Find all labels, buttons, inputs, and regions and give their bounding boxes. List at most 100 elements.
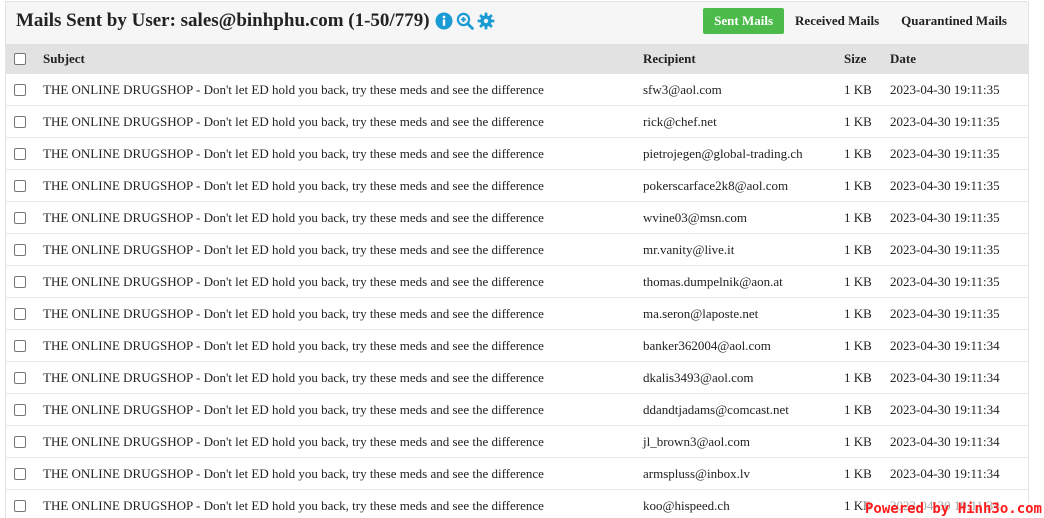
gear-icon[interactable]	[477, 12, 495, 30]
tab-received-mails[interactable]: Received Mails	[784, 8, 890, 34]
row-checkbox[interactable]	[14, 180, 26, 192]
row-subject[interactable]: THE ONLINE DRUGSHOP - Don't let ED hold …	[43, 458, 544, 489]
row-subject[interactable]: THE ONLINE DRUGSHOP - Don't let ED hold …	[43, 394, 544, 425]
row-recipient: pietrojegen@global-trading.ch	[643, 138, 803, 169]
table-header: Subject Recipient Size Date	[6, 44, 1028, 74]
row-check-cell	[14, 234, 32, 265]
row-check-cell	[14, 362, 32, 393]
panel-header: Mails Sent by User: sales@binhphu.com (1…	[6, 2, 1028, 44]
row-recipient: rick@chef.net	[643, 106, 717, 137]
table-row[interactable]: THE ONLINE DRUGSHOP - Don't let ED hold …	[6, 74, 1028, 106]
column-header-date[interactable]: Date	[890, 44, 916, 74]
row-check-cell	[14, 74, 32, 105]
table-row[interactable]: THE ONLINE DRUGSHOP - Don't let ED hold …	[6, 138, 1028, 170]
row-checkbox[interactable]	[14, 84, 26, 96]
row-date: 2023-04-30 19:11:35	[890, 234, 1000, 265]
row-checkbox[interactable]	[14, 308, 26, 320]
row-date: 2023-04-30 19:11:34	[890, 394, 1000, 425]
row-subject[interactable]: THE ONLINE DRUGSHOP - Don't let ED hold …	[43, 266, 544, 297]
row-subject[interactable]: THE ONLINE DRUGSHOP - Don't let ED hold …	[43, 170, 544, 201]
row-subject[interactable]: THE ONLINE DRUGSHOP - Don't let ED hold …	[43, 298, 544, 329]
row-size: 1 KB	[844, 234, 872, 265]
table-row[interactable]: THE ONLINE DRUGSHOP - Don't let ED hold …	[6, 426, 1028, 458]
tab-sent-mails[interactable]: Sent Mails	[703, 8, 784, 34]
table-row[interactable]: THE ONLINE DRUGSHOP - Don't let ED hold …	[6, 266, 1028, 298]
row-checkbox[interactable]	[14, 148, 26, 160]
row-recipient: mr.vanity@live.it	[643, 234, 734, 265]
row-check-cell	[14, 202, 32, 233]
row-checkbox[interactable]	[14, 372, 26, 384]
row-recipient: jl_brown3@aol.com	[643, 426, 750, 457]
row-size: 1 KB	[844, 138, 872, 169]
page-title: Mails Sent by User: sales@binhphu.com (1…	[16, 10, 495, 32]
row-subject[interactable]: THE ONLINE DRUGSHOP - Don't let ED hold …	[43, 490, 544, 518]
row-subject[interactable]: THE ONLINE DRUGSHOP - Don't let ED hold …	[43, 138, 544, 169]
page-title-text: Mails Sent by User: sales@binhphu.com (1…	[16, 10, 430, 32]
table-row[interactable]: THE ONLINE DRUGSHOP - Don't let ED hold …	[6, 330, 1028, 362]
info-icon[interactable]	[435, 12, 453, 30]
zoom-search-icon[interactable]	[456, 12, 474, 30]
column-header-recipient[interactable]: Recipient	[643, 44, 696, 74]
row-size: 1 KB	[844, 202, 872, 233]
row-size: 1 KB	[844, 266, 872, 297]
row-check-cell	[14, 490, 32, 518]
row-check-cell	[14, 394, 32, 425]
tab-quarantined-mails[interactable]: Quarantined Mails	[890, 8, 1018, 34]
row-size: 1 KB	[844, 298, 872, 329]
select-all-checkbox[interactable]	[14, 53, 26, 65]
row-size: 1 KB	[844, 330, 872, 361]
row-recipient: wvine03@msn.com	[643, 202, 747, 233]
row-date: 2023-04-30 19:11:35	[890, 202, 1000, 233]
table-row[interactable]: THE ONLINE DRUGSHOP - Don't let ED hold …	[6, 202, 1028, 234]
row-check-cell	[14, 138, 32, 169]
row-checkbox[interactable]	[14, 436, 26, 448]
table-row[interactable]: THE ONLINE DRUGSHOP - Don't let ED hold …	[6, 106, 1028, 138]
row-checkbox[interactable]	[14, 404, 26, 416]
row-size: 1 KB	[844, 106, 872, 137]
row-check-cell	[14, 266, 32, 297]
row-date: 2023-04-30 19:11:35	[890, 170, 1000, 201]
row-subject[interactable]: THE ONLINE DRUGSHOP - Don't let ED hold …	[43, 202, 544, 233]
row-check-cell	[14, 170, 32, 201]
row-size: 1 KB	[844, 394, 872, 425]
row-size: 1 KB	[844, 74, 872, 105]
table-row[interactable]: THE ONLINE DRUGSHOP - Don't let ED hold …	[6, 170, 1028, 202]
row-check-cell	[14, 458, 32, 489]
row-checkbox[interactable]	[14, 244, 26, 256]
row-subject[interactable]: THE ONLINE DRUGSHOP - Don't let ED hold …	[43, 426, 544, 457]
row-subject[interactable]: THE ONLINE DRUGSHOP - Don't let ED hold …	[43, 362, 544, 393]
row-subject[interactable]: THE ONLINE DRUGSHOP - Don't let ED hold …	[43, 74, 544, 105]
row-checkbox[interactable]	[14, 468, 26, 480]
table-row[interactable]: THE ONLINE DRUGSHOP - Don't let ED hold …	[6, 234, 1028, 266]
row-checkbox[interactable]	[14, 116, 26, 128]
row-check-cell	[14, 330, 32, 361]
row-recipient: ma.seron@laposte.net	[643, 298, 758, 329]
row-size: 1 KB	[844, 458, 872, 489]
mail-tabs: Sent Mails Received Mails Quarantined Ma…	[703, 8, 1018, 34]
column-header-subject[interactable]: Subject	[43, 44, 85, 74]
table-row[interactable]: THE ONLINE DRUGSHOP - Don't let ED hold …	[6, 458, 1028, 490]
table-row[interactable]: THE ONLINE DRUGSHOP - Don't let ED hold …	[6, 298, 1028, 330]
row-recipient: armspluss@inbox.lv	[643, 458, 750, 489]
row-recipient: pokerscarface2k8@aol.com	[643, 170, 788, 201]
row-checkbox[interactable]	[14, 212, 26, 224]
row-checkbox[interactable]	[14, 340, 26, 352]
row-checkbox[interactable]	[14, 500, 26, 512]
mail-panel: Mails Sent by User: sales@binhphu.com (1…	[5, 1, 1029, 518]
table-row[interactable]: THE ONLINE DRUGSHOP - Don't let ED hold …	[6, 394, 1028, 426]
select-all-cell	[14, 44, 32, 74]
title-icons	[435, 12, 495, 30]
column-header-size[interactable]: Size	[844, 44, 866, 74]
row-subject[interactable]: THE ONLINE DRUGSHOP - Don't let ED hold …	[43, 330, 544, 361]
row-date: 2023-04-30 19:11:35	[890, 106, 1000, 137]
row-subject[interactable]: THE ONLINE DRUGSHOP - Don't let ED hold …	[43, 106, 544, 137]
row-subject[interactable]: THE ONLINE DRUGSHOP - Don't let ED hold …	[43, 234, 544, 265]
row-date: 2023-04-30 19:11:34	[890, 362, 1000, 393]
row-size: 1 KB	[844, 426, 872, 457]
row-date: 2023-04-30 19:11:34	[890, 458, 1000, 489]
row-date: 2023-04-30 19:11:34	[890, 426, 1000, 457]
row-recipient: koo@hispeed.ch	[643, 490, 730, 518]
table-row[interactable]: THE ONLINE DRUGSHOP - Don't let ED hold …	[6, 362, 1028, 394]
watermark: Powered by Hinh3o.com	[865, 501, 1042, 517]
row-checkbox[interactable]	[14, 276, 26, 288]
